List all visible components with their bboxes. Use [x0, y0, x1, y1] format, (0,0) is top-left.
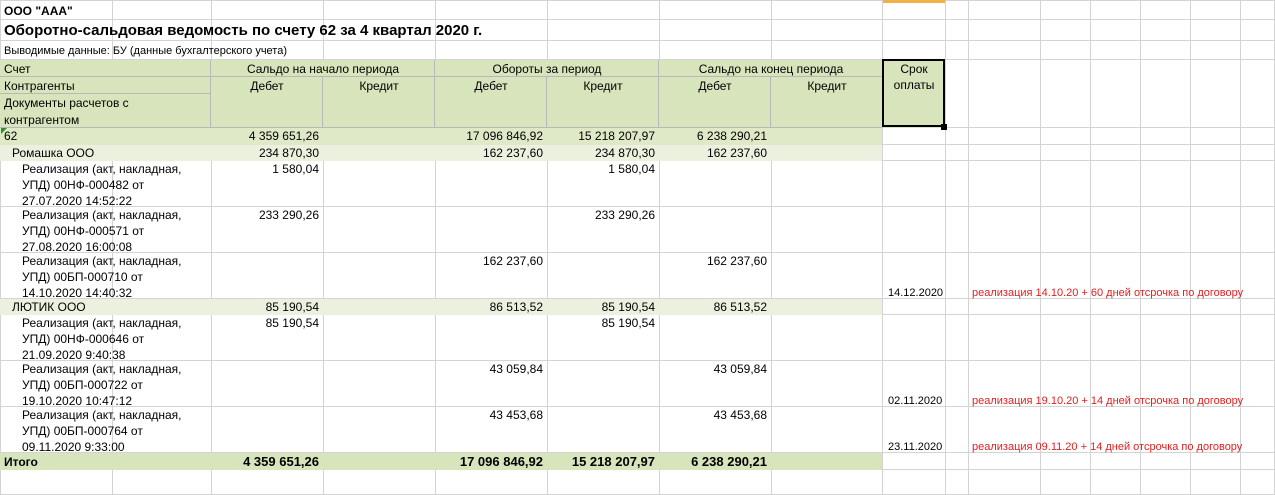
- doc-turn-debit: 43 453,68: [489, 408, 543, 422]
- payment-note: реализация 09.11.20 + 14 дней отсрочка п…: [972, 441, 1243, 453]
- group-turn-credit: 234 870,30: [594, 146, 655, 160]
- doc-turn-debit: 162 237,60: [482, 254, 543, 268]
- doc-line2: УПД) 00НФ-000571 от: [22, 224, 145, 238]
- doc-line2: УПД) 00БП-000710 от: [22, 270, 143, 284]
- group-name: ЛЮТИК ООО: [12, 300, 86, 314]
- doc-line3: 27.07.2020 14:52:22: [22, 194, 133, 208]
- doc-line1: Реализация (акт, накладная,: [22, 316, 182, 330]
- payment-note: реализация 19.10.20 + 14 дней отсрочка п…: [972, 395, 1244, 407]
- grid-vline: [1190, 0, 1191, 495]
- doc-line2: УПД) 00НФ-000482 от: [22, 178, 145, 192]
- account-close-debit: 6 238 290,21: [696, 129, 767, 143]
- doc-line3: 19.10.2020 10:47:12: [22, 394, 133, 408]
- selected-cell[interactable]: [882, 59, 945, 127]
- grid-hline: [0, 19, 1275, 20]
- account-turn-credit: 15 218 207,97: [578, 129, 655, 143]
- doc-close-debit: 43 453,68: [713, 408, 767, 422]
- grid-hline: [0, 206, 1275, 207]
- doc-open-debit: 233 290,26: [258, 208, 319, 222]
- grid-vline: [945, 0, 946, 495]
- header-opening: Сальдо на начало периода: [246, 62, 400, 76]
- grid-hline: [0, 252, 1275, 253]
- header-turnover: Обороты за период: [492, 62, 602, 76]
- payment-note: реализация 14.10.20 + 60 дней отсрочка п…: [972, 287, 1244, 299]
- header-account: Счет: [4, 62, 31, 76]
- header-counterparties: Контрагенты: [4, 79, 75, 93]
- doc-close-debit: 43 059,84: [713, 362, 767, 376]
- doc-line2: УПД) 00БП-000722 от: [22, 378, 143, 392]
- doc-line3: 21.09.2020 9:40:38: [22, 348, 126, 362]
- doc-open-debit: 85 190,54: [265, 316, 319, 330]
- doc-line3: 09.11.2020 9:33:00: [22, 440, 125, 454]
- header-close-credit: Кредит: [807, 79, 847, 93]
- doc-open-debit: 1 580,04: [272, 162, 319, 176]
- total-open-debit: 4 359 651,26: [243, 454, 319, 469]
- account-name: 62: [4, 129, 18, 143]
- total-label: Итого: [4, 455, 38, 469]
- doc-turn-credit: 1 580,04: [608, 162, 655, 176]
- header-turn-credit: Кредит: [583, 79, 623, 93]
- group-name: Ромашка ООО: [12, 146, 95, 160]
- header-docs-line1: Документы расчетов с: [4, 96, 129, 110]
- doc-line1: Реализация (акт, накладная,: [22, 362, 182, 376]
- grid-hline: [0, 40, 1275, 41]
- doc-line3: 14.10.2020 14:40:32: [22, 286, 133, 300]
- grid-vline: [1040, 0, 1041, 495]
- grid-vline: [1090, 0, 1091, 495]
- header-open-credit: Кредит: [359, 79, 399, 93]
- total-close-debit: 6 238 290,21: [691, 454, 767, 469]
- header-close-debit: Дебет: [698, 79, 732, 93]
- group-turn-debit: 162 237,60: [482, 146, 543, 160]
- output-data-label: Выводимые данные: БУ (данные бухгалтерск…: [4, 45, 287, 57]
- grid-hline: [0, 0, 1275, 1]
- account-turn-debit: 17 096 846,92: [466, 129, 543, 143]
- doc-turn-credit: 233 290,26: [594, 208, 655, 222]
- payment-term: 02.11.2020: [888, 395, 943, 407]
- group-open-debit: 85 190,54: [265, 300, 319, 314]
- doc-line2: УПД) 00БП-000764 от: [22, 424, 143, 438]
- header-closing: Сальдо на конец периода: [698, 62, 844, 76]
- header-open-debit: Дебет: [250, 79, 284, 93]
- total-turn-credit: 15 218 207,97: [571, 454, 655, 469]
- payment-term: 14.12.2020: [888, 287, 944, 299]
- group-close-debit: 162 237,60: [706, 146, 767, 160]
- doc-close-debit: 162 237,60: [706, 254, 767, 268]
- doc-turn-debit: 43 059,84: [489, 362, 543, 376]
- group-close-debit: 86 513,52: [713, 300, 767, 314]
- grid-vline: [968, 0, 969, 495]
- grid-vline: [1240, 0, 1241, 495]
- column-highlight: [883, 0, 945, 3]
- doc-line1: Реализация (акт, накладная,: [22, 208, 182, 222]
- doc-line1: Реализация (акт, накладная,: [22, 162, 182, 176]
- doc-line3: 27.08.2020 16:00:08: [22, 240, 133, 254]
- doc-line1: Реализация (акт, накладная,: [22, 408, 182, 422]
- header-turn-debit: Дебет: [474, 79, 508, 93]
- header-docs-line2: контрагентом: [4, 113, 80, 127]
- account-open-debit: 4 359 651,26: [248, 129, 319, 143]
- spreadsheet[interactable]: ООО "ААА" Оборотно-сальдовая ведомость п…: [0, 0, 1275, 495]
- group-open-debit: 234 870,30: [258, 146, 319, 160]
- doc-line2: УПД) 00НФ-000646 от: [22, 332, 145, 346]
- doc-line1: Реализация (акт, накладная,: [22, 254, 182, 268]
- payment-term: 23.11.2020: [888, 441, 943, 453]
- doc-turn-credit: 85 190,54: [601, 316, 655, 330]
- total-turn-debit: 17 096 846,92: [459, 454, 543, 469]
- grid-hline: [0, 360, 1275, 361]
- group-turn-debit: 86 513,52: [489, 300, 543, 314]
- fill-handle[interactable]: [941, 124, 947, 130]
- report-title: Оборотно-сальдовая ведомость по счету 62…: [4, 22, 483, 39]
- group-turn-credit: 85 190,54: [601, 300, 655, 314]
- grid-vline: [1140, 0, 1141, 495]
- org-name: ООО "ААА": [4, 4, 73, 18]
